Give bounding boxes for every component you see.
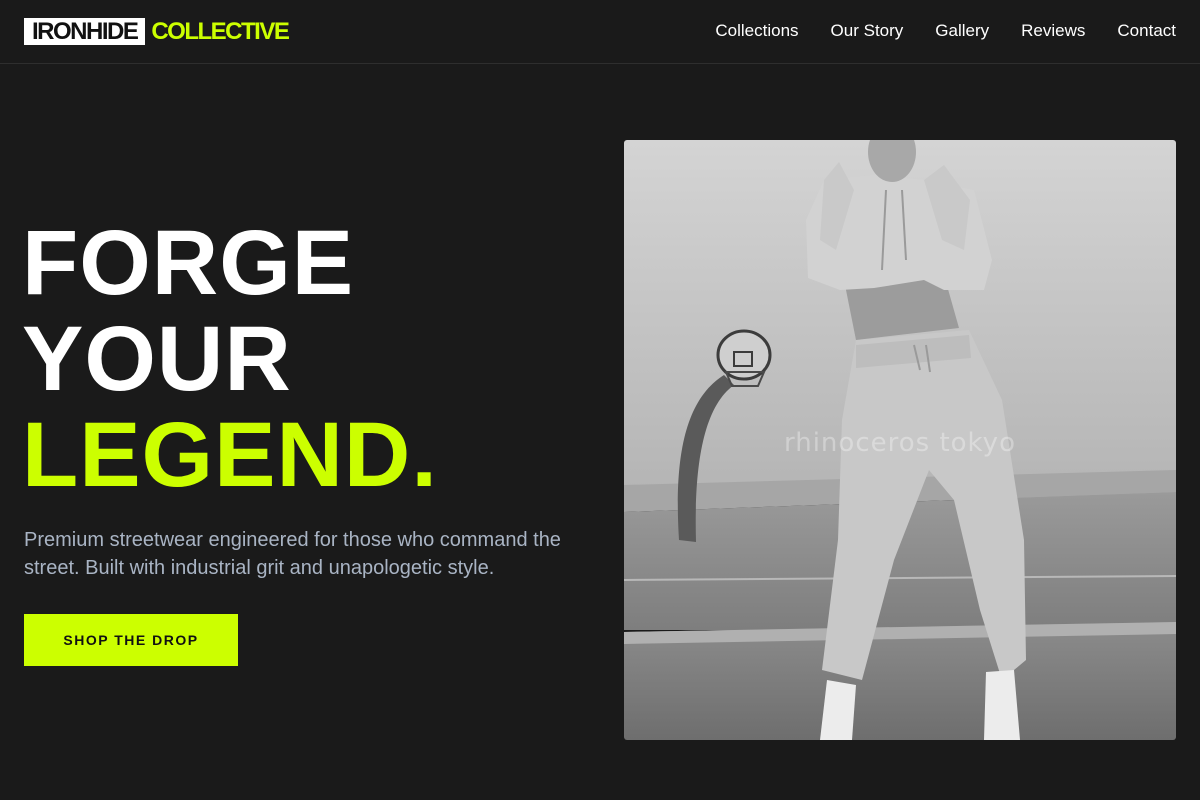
hero-image: rhinoceros tokyo (624, 140, 1176, 740)
image-watermark: rhinoceros tokyo (784, 428, 1016, 458)
nav-link-reviews[interactable]: Reviews (1021, 20, 1085, 42)
shop-the-drop-button[interactable]: SHOP THE DROP (24, 614, 238, 666)
nav-links: Collections Our Story Gallery Reviews Co… (715, 20, 1176, 42)
hero-title-line-2: YOUR (22, 308, 292, 410)
hero-subtitle: Premium streetwear engineered for those … (24, 529, 561, 579)
hero-title-line-3: LEGEND. (22, 404, 438, 506)
hero-title: FORGE YOUR LEGEND. (22, 215, 438, 503)
brand-name-primary: IRONHIDE (24, 18, 146, 45)
hero-title-line-1: FORGE (22, 212, 355, 314)
nav-link-contact[interactable]: Contact (1117, 20, 1176, 42)
brand-logo[interactable]: IRONHIDE COLLECTIVE (24, 18, 290, 45)
nav-link-gallery[interactable]: Gallery (935, 20, 989, 42)
nav-link-our-story[interactable]: Our Story (831, 20, 904, 42)
brand-name-accent: COLLECTIVE (151, 18, 290, 45)
nav-link-collections[interactable]: Collections (715, 20, 798, 42)
top-navigation: IRONHIDE COLLECTIVE Collections Our Stor… (0, 0, 1200, 64)
